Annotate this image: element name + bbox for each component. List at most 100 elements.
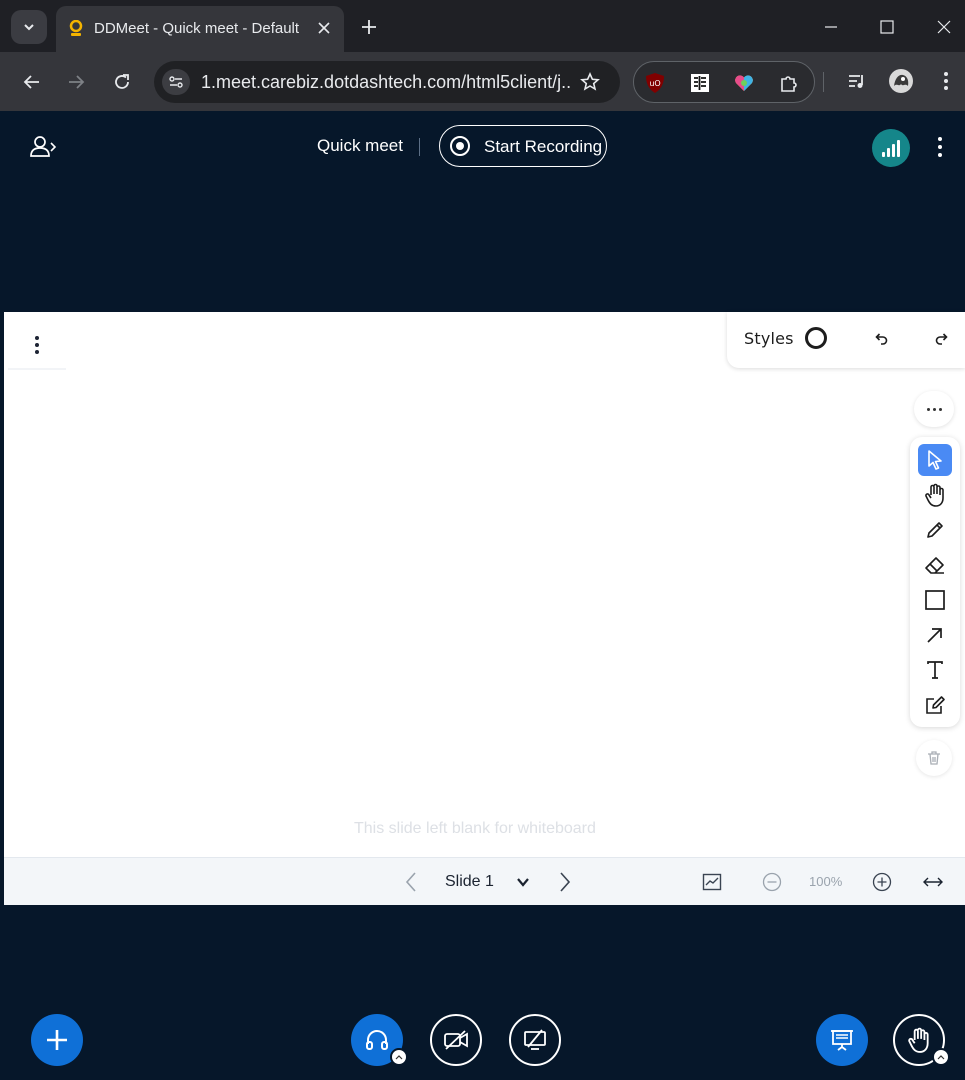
note-icon bbox=[926, 696, 945, 714]
screenshare-button[interactable] bbox=[509, 1014, 561, 1066]
plus-icon bbox=[362, 20, 376, 34]
screen: DDMeet - Quick meet - Default 1.meet.car… bbox=[0, 0, 965, 1080]
plus-icon bbox=[47, 1030, 67, 1050]
forward-button[interactable] bbox=[62, 68, 90, 96]
address-bar[interactable]: 1.meet.carebiz.dotdashtech.com/html5clie… bbox=[154, 61, 620, 103]
fit-width-button[interactable] bbox=[921, 870, 945, 894]
tool-rectangle[interactable] bbox=[918, 584, 952, 616]
delete-button[interactable] bbox=[916, 740, 952, 776]
arrow-icon bbox=[927, 628, 942, 643]
styles-button[interactable]: Styles bbox=[744, 329, 794, 348]
hand-icon bbox=[908, 1027, 929, 1053]
presentation-controls: Slide 1 100% bbox=[4, 857, 965, 905]
new-tab-button[interactable] bbox=[358, 16, 380, 38]
more-vertical-icon bbox=[938, 153, 942, 157]
heart-extension-icon bbox=[735, 75, 753, 91]
start-recording-label: Start Recording bbox=[484, 137, 603, 156]
video-button[interactable] bbox=[430, 1014, 482, 1066]
reload-icon bbox=[115, 74, 129, 89]
chevron-down-icon bbox=[517, 878, 529, 887]
tool-select[interactable] bbox=[918, 444, 952, 476]
reader-extension[interactable] bbox=[688, 71, 712, 95]
tool-draw[interactable] bbox=[918, 514, 952, 546]
presentation-button[interactable] bbox=[816, 1014, 868, 1066]
media-icon bbox=[849, 75, 863, 88]
chevron-down-icon bbox=[24, 24, 34, 31]
rectangle-icon bbox=[925, 590, 945, 610]
extensions-menu-button[interactable] bbox=[777, 71, 801, 95]
camera-off-icon bbox=[444, 1030, 468, 1050]
reload-button[interactable] bbox=[108, 68, 136, 96]
presentation-icon bbox=[831, 1030, 853, 1051]
header-divider bbox=[419, 138, 420, 156]
tab-close-button[interactable] bbox=[314, 18, 334, 38]
more-tools-button[interactable] bbox=[914, 391, 954, 427]
svg-text:uO: uO bbox=[649, 79, 660, 88]
undo-button[interactable] bbox=[870, 328, 892, 350]
start-recording-button[interactable]: Start Recording bbox=[439, 125, 607, 167]
reactions-options-button[interactable] bbox=[932, 1048, 950, 1066]
close-icon bbox=[318, 22, 330, 34]
options-menu-button[interactable] bbox=[930, 133, 950, 161]
more-vertical-icon bbox=[944, 72, 948, 90]
signal-bar-icon bbox=[892, 144, 895, 157]
more-vertical-icon bbox=[35, 343, 39, 347]
more-vertical-icon bbox=[35, 336, 39, 340]
puzzle-icon bbox=[781, 76, 797, 92]
users-toggle-icon bbox=[30, 136, 57, 157]
meeting-title: Quick meet bbox=[317, 136, 403, 155]
browser-tab[interactable]: DDMeet - Quick meet - Default bbox=[56, 6, 344, 52]
forward-icon bbox=[69, 75, 85, 89]
slide-selector[interactable]: Slide 1 bbox=[445, 873, 494, 891]
actions-button[interactable] bbox=[31, 1014, 83, 1066]
slide-dropdown-button[interactable] bbox=[511, 870, 535, 894]
media-controls-button[interactable] bbox=[842, 66, 872, 96]
maximize-icon bbox=[880, 20, 894, 34]
bookmark-button[interactable] bbox=[578, 70, 602, 94]
fit-width-icon bbox=[923, 877, 943, 887]
action-bar bbox=[4, 905, 965, 1080]
zoom-in-icon bbox=[872, 872, 892, 892]
maximize-button[interactable] bbox=[874, 14, 900, 40]
heart-extension[interactable] bbox=[732, 71, 756, 95]
user-list-toggle[interactable] bbox=[28, 133, 58, 159]
audio-options-button[interactable] bbox=[390, 1048, 408, 1066]
more-vertical-icon bbox=[35, 350, 39, 354]
signal-bar-icon bbox=[887, 148, 890, 157]
back-button[interactable] bbox=[18, 68, 46, 96]
favicon-icon bbox=[69, 20, 83, 36]
tab-search-button[interactable] bbox=[11, 10, 47, 44]
browser-menu-button[interactable] bbox=[931, 66, 961, 96]
styles-panel: Styles bbox=[727, 312, 965, 368]
connection-status-button[interactable] bbox=[872, 129, 910, 167]
browser-toolbar: 1.meet.carebiz.dotdashtech.com/html5clie… bbox=[0, 52, 965, 111]
smart-layout-button[interactable] bbox=[700, 870, 724, 894]
eraser-icon bbox=[925, 557, 944, 574]
zoom-out-button[interactable] bbox=[760, 870, 784, 894]
chevron-right-icon bbox=[560, 872, 571, 892]
chevron-left-icon bbox=[405, 872, 416, 892]
profile-button[interactable] bbox=[886, 66, 916, 96]
ublock-extension[interactable]: uO bbox=[643, 71, 667, 95]
style-color-swatch[interactable] bbox=[805, 327, 827, 349]
tool-arrow[interactable] bbox=[918, 619, 952, 651]
reader-icon bbox=[691, 74, 709, 92]
zoom-out-icon bbox=[762, 872, 782, 892]
cursor-icon bbox=[928, 450, 942, 470]
zoom-in-button[interactable] bbox=[870, 870, 894, 894]
tool-text[interactable] bbox=[918, 654, 952, 686]
next-slide-button[interactable] bbox=[553, 870, 577, 894]
tool-note[interactable] bbox=[918, 689, 952, 721]
whiteboard-menu-button[interactable] bbox=[8, 322, 66, 370]
tool-panel bbox=[910, 437, 960, 727]
redo-button[interactable] bbox=[931, 328, 953, 350]
chart-icon bbox=[702, 873, 722, 891]
tool-pan[interactable] bbox=[918, 479, 952, 511]
tool-eraser[interactable] bbox=[918, 549, 952, 581]
whiteboard-canvas[interactable]: Styles This slide left blank for whitebo… bbox=[4, 312, 965, 857]
minimize-button[interactable] bbox=[818, 14, 844, 40]
toolbar-divider bbox=[823, 72, 824, 92]
previous-slide-button[interactable] bbox=[399, 870, 423, 894]
window-close-button[interactable] bbox=[931, 14, 957, 40]
site-info-button[interactable] bbox=[162, 69, 190, 95]
